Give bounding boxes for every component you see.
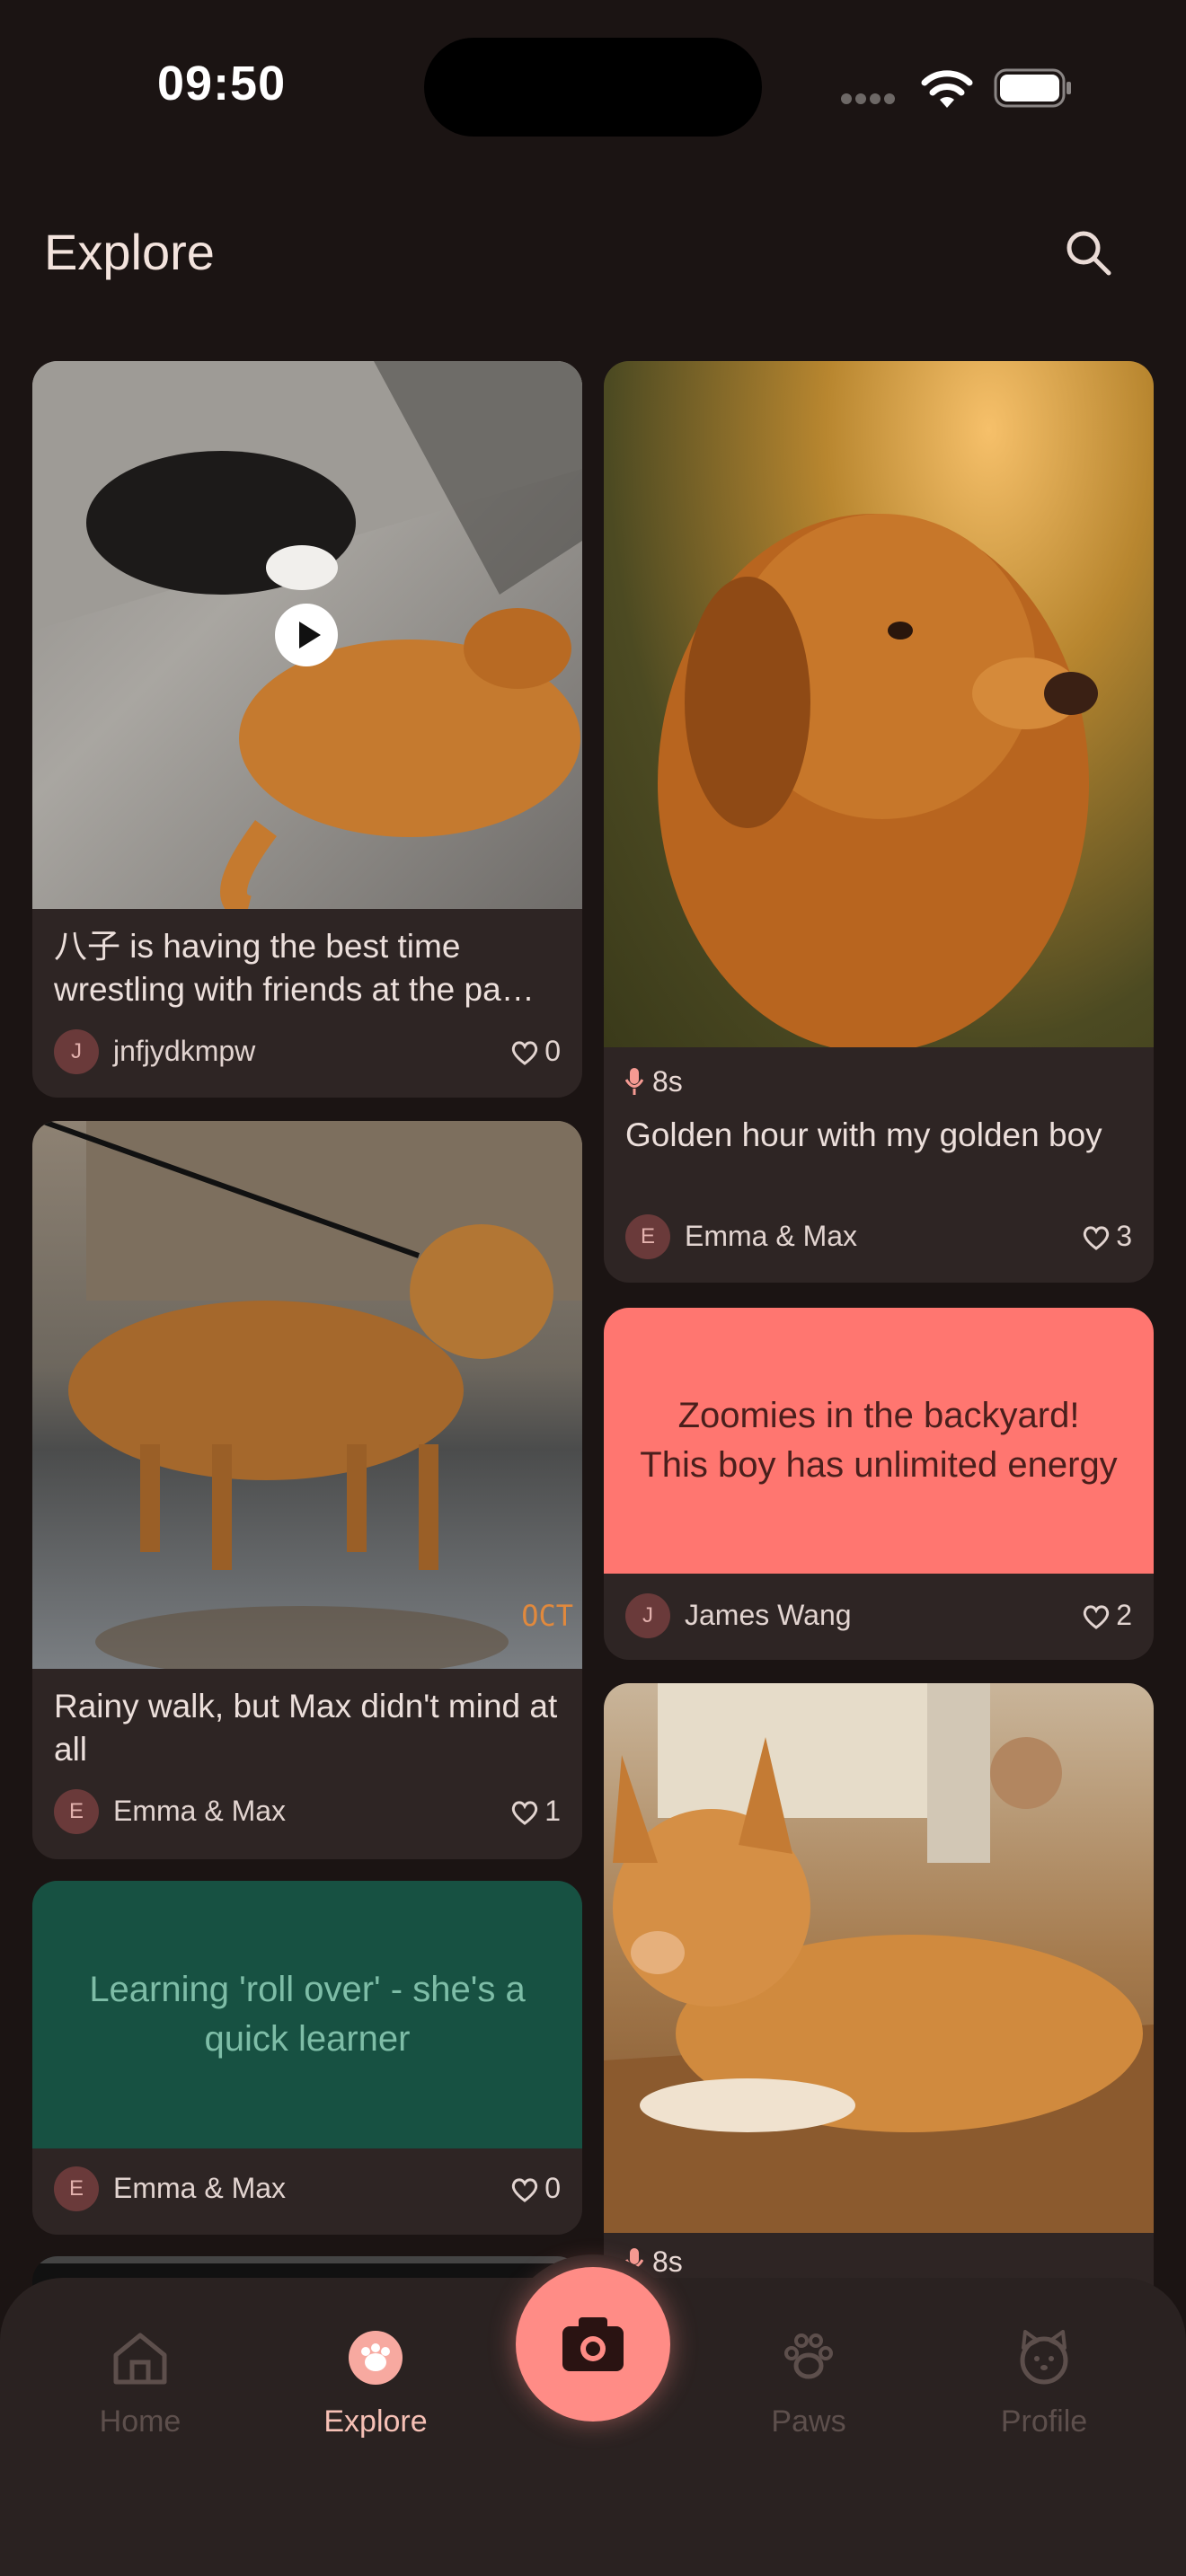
paw-icon: [784, 2333, 833, 2379]
author-name[interactable]: jnfjydkmpw: [113, 1035, 255, 1068]
image-watermark: OCT: [521, 1599, 573, 1633]
dynamic-island: [424, 38, 762, 137]
heart-icon: [1084, 1605, 1110, 1629]
text-post-content: Zoomies in the backyard! This boy has un…: [640, 1396, 1118, 1485]
text-post-body[interactable]: Learning 'roll over' - she's a quick lea…: [32, 1881, 582, 2148]
post-meta: E Emma & Max 0: [54, 2166, 561, 2213]
explore-icon: [349, 2331, 403, 2385]
like-button[interactable]: 0: [510, 1035, 561, 1068]
avatar[interactable]: J: [625, 1593, 670, 1638]
post-meta: J James Wang 2: [625, 1593, 1132, 1640]
heart-icon: [512, 1801, 538, 1825]
post-meta: E Emma & Max 1: [54, 1789, 561, 1836]
home-icon: [113, 2333, 167, 2385]
post-meta: J jnfjydkmpw 0: [54, 1029, 561, 1076]
microphone-icon: [624, 1068, 644, 1095]
nav-label: Explore: [323, 2404, 428, 2439]
post-card[interactable]: 8s: [604, 1683, 1154, 2312]
like-button[interactable]: 1: [510, 1795, 561, 1828]
like-button[interactable]: 0: [510, 2172, 561, 2205]
status-time: 09:50: [157, 57, 287, 110]
profile-icon: [1020, 2330, 1068, 2385]
heart-icon: [512, 1041, 538, 1065]
like-button[interactable]: 2: [1082, 1599, 1132, 1632]
avatar[interactable]: E: [54, 1789, 99, 1834]
status-bar: 09:50: [0, 0, 1186, 171]
search-icon[interactable]: [1060, 225, 1120, 284]
audio-duration: 8s: [652, 1065, 683, 1098]
author-name[interactable]: Emma & Max: [113, 2172, 286, 2205]
post-meta: E Emma & Max 3: [625, 1214, 1132, 1261]
post-caption: Rainy walk, but Max didn't mind at all: [54, 1688, 558, 1768]
nav-item-explore[interactable]: Explore: [286, 2326, 465, 2439]
heart-icon: [512, 2178, 538, 2202]
wifi-icon: [921, 70, 973, 108]
rainy-walk-image: [40, 1121, 582, 1669]
author-name[interactable]: Emma & Max: [685, 1220, 857, 1253]
like-count: 0: [544, 1035, 561, 1067]
play-button[interactable]: [275, 604, 338, 666]
audio-indicator[interactable]: 8s: [624, 1065, 683, 1098]
page-title: Explore: [44, 224, 215, 280]
like-count: 2: [1116, 1599, 1132, 1631]
corgi-image: [604, 1683, 1154, 2233]
post-image[interactable]: [604, 1683, 1154, 2233]
avatar[interactable]: J: [54, 1029, 99, 1074]
camera-icon: [562, 2317, 624, 2371]
avatar[interactable]: E: [625, 1214, 670, 1259]
nav-item-paws[interactable]: Paws: [719, 2326, 898, 2439]
like-count: 1: [544, 1795, 561, 1827]
post-card[interactable]: Zoomies in the backyard! This boy has un…: [604, 1308, 1154, 1660]
post-card[interactable]: Learning 'roll over' - she's a quick lea…: [32, 1881, 582, 2235]
author-name[interactable]: James Wang: [685, 1599, 852, 1632]
author-name[interactable]: Emma & Max: [113, 1795, 286, 1828]
post-caption: Golden hour with my golden boy: [625, 1116, 1102, 1153]
nav-item-home[interactable]: Home: [50, 2326, 230, 2439]
nav-label: Home: [99, 2404, 181, 2439]
nav-label: Profile: [1000, 2404, 1088, 2439]
post-image[interactable]: [604, 361, 1154, 1047]
like-count: 0: [544, 2172, 561, 2204]
text-post-content: Learning 'roll over' - she's a quick lea…: [89, 1970, 526, 2059]
post-image[interactable]: OCT: [32, 1121, 582, 1669]
avatar[interactable]: E: [54, 2166, 99, 2211]
post-card[interactable]: 8s Golden hour with my golden boy E Emma…: [604, 361, 1154, 1283]
post-video-thumbnail[interactable]: [32, 361, 582, 909]
post-caption: 八子 is having the best time wrestling wit…: [54, 928, 535, 1008]
post-card[interactable]: OCT Rainy walk, but Max didn't mind at a…: [32, 1121, 582, 1859]
text-post-body[interactable]: Zoomies in the backyard! This boy has un…: [604, 1308, 1154, 1574]
like-button[interactable]: 3: [1082, 1220, 1132, 1253]
golden-retriever-image: [658, 514, 1098, 1047]
like-count: 3: [1116, 1220, 1132, 1252]
camera-button[interactable]: [516, 2267, 670, 2422]
heart-icon: [1084, 1226, 1110, 1250]
nav-item-profile[interactable]: Profile: [954, 2326, 1134, 2439]
post-card[interactable]: 八子 is having the best time wrestling wit…: [32, 361, 582, 1098]
battery-icon: [994, 68, 1071, 108]
cellular-signal-icon: [841, 93, 898, 109]
nav-label: Paws: [771, 2404, 846, 2439]
